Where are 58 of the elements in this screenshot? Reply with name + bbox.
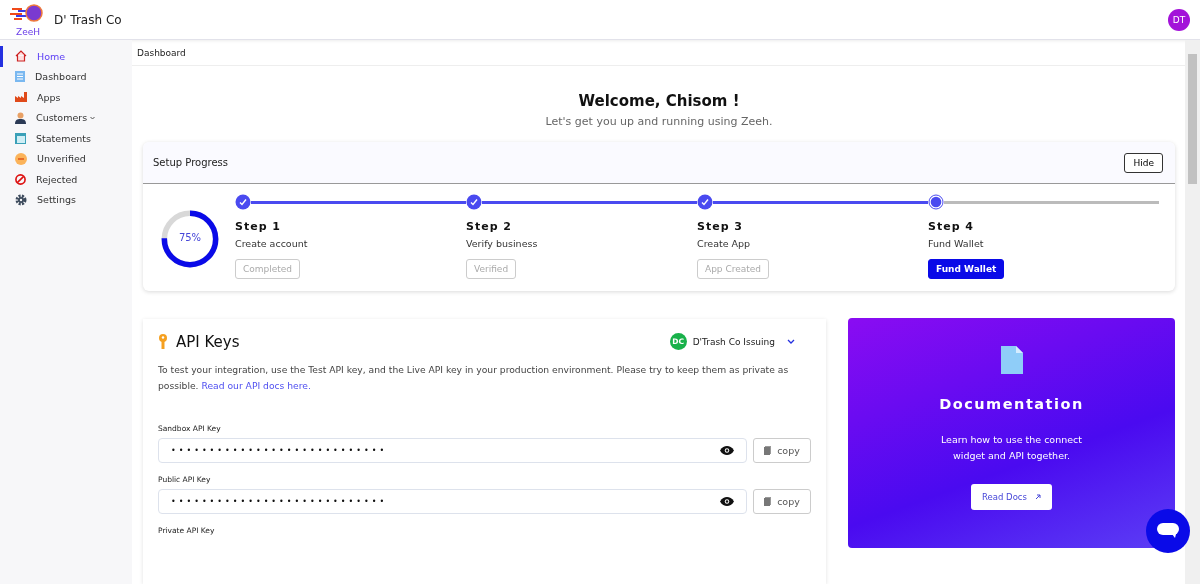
prohibited-icon: [15, 173, 26, 185]
settings-icon: [15, 193, 27, 206]
welcome-title: Welcome, Chisom !: [577, 92, 741, 110]
document-icon: [1000, 346, 1023, 374]
eye-icon[interactable]: [720, 497, 734, 506]
company-name: D' Trash Co: [54, 12, 122, 27]
step-number: Step 4: [928, 220, 974, 233]
person-icon: [15, 111, 26, 124]
api-keys-title: API Keys: [176, 332, 240, 351]
key-icon: [158, 334, 168, 349]
step-number: Step 3: [697, 220, 743, 233]
external-link-icon: [1034, 494, 1041, 500]
breadcrumb: Dashboard: [132, 40, 1185, 66]
copy-icon: [764, 497, 772, 506]
current-step-icon: [928, 194, 944, 210]
user-avatar[interactable]: DT: [1168, 8, 1190, 31]
logo-text: ZeeH: [16, 26, 40, 37]
api-docs-link[interactable]: Read our API docs here.: [201, 380, 311, 391]
copy-icon: [764, 446, 772, 455]
sidebar-item[interactable]: Customers: [0, 107, 132, 128]
account-name: D'Trash Co Issuing: [692, 336, 775, 347]
eye-icon[interactable]: [720, 446, 734, 455]
sidebar-item[interactable]: Dashboard: [0, 66, 132, 87]
house-icon: [15, 50, 27, 63]
check-circle-icon: [466, 194, 482, 210]
step-number: Step 1: [235, 220, 281, 233]
check-circle-icon: [697, 194, 713, 210]
sidebar-item[interactable]: Settings: [0, 189, 132, 210]
sidebar-item[interactable]: Unverified: [0, 148, 132, 169]
step-name: Create App: [697, 238, 751, 249]
setup-title: Setup Progress: [153, 157, 228, 168]
step-name: Fund Wallet: [928, 238, 984, 249]
sidebar-item[interactable]: Statements: [0, 128, 132, 149]
factory-icon: [15, 92, 27, 103]
minus-circle-icon: [15, 152, 27, 165]
chat-bubble-icon: [1157, 523, 1179, 539]
copy-button[interactable]: copy: [753, 438, 811, 463]
copy-button[interactable]: copy: [753, 489, 811, 514]
sidebar-item[interactable]: Apps: [0, 87, 132, 108]
welcome-subtitle: Let's get you up and running using Zeeh.: [544, 115, 774, 128]
api-keys-description: To test your integration, use the Test API key, and the Live API key in your production environment. Please try to keep them as private as possible. Read our API docs here.: [158, 363, 790, 393]
chevron-down-icon: [787, 339, 795, 344]
sidebar-item[interactable]: Home: [0, 46, 132, 67]
sidebar-item[interactable]: Rejected: [0, 169, 132, 190]
check-circle-icon: [235, 194, 251, 210]
api-key-field[interactable]: ••••••••••••••••••••••••••••: [158, 489, 747, 514]
api-key-field[interactable]: ••••••••••••••••••••••••••••: [158, 438, 747, 463]
calendar-icon: [15, 132, 26, 144]
documentation-text: Learn how to use the connect widget and API together.: [939, 433, 1084, 463]
list-icon: [15, 71, 25, 83]
step-status-button[interactable]: Fund Wallet: [928, 259, 1005, 279]
step-name: Verify business: [466, 238, 538, 249]
read-docs-button[interactable]: Read Docs: [971, 484, 1052, 510]
progress-reading: 75%: [177, 232, 203, 243]
step-name: Create account: [235, 238, 308, 249]
step-number: Step 2: [466, 220, 512, 233]
documentation-title: Documentation: [939, 396, 1084, 412]
hide-button[interactable]: Hide: [1124, 152, 1163, 173]
